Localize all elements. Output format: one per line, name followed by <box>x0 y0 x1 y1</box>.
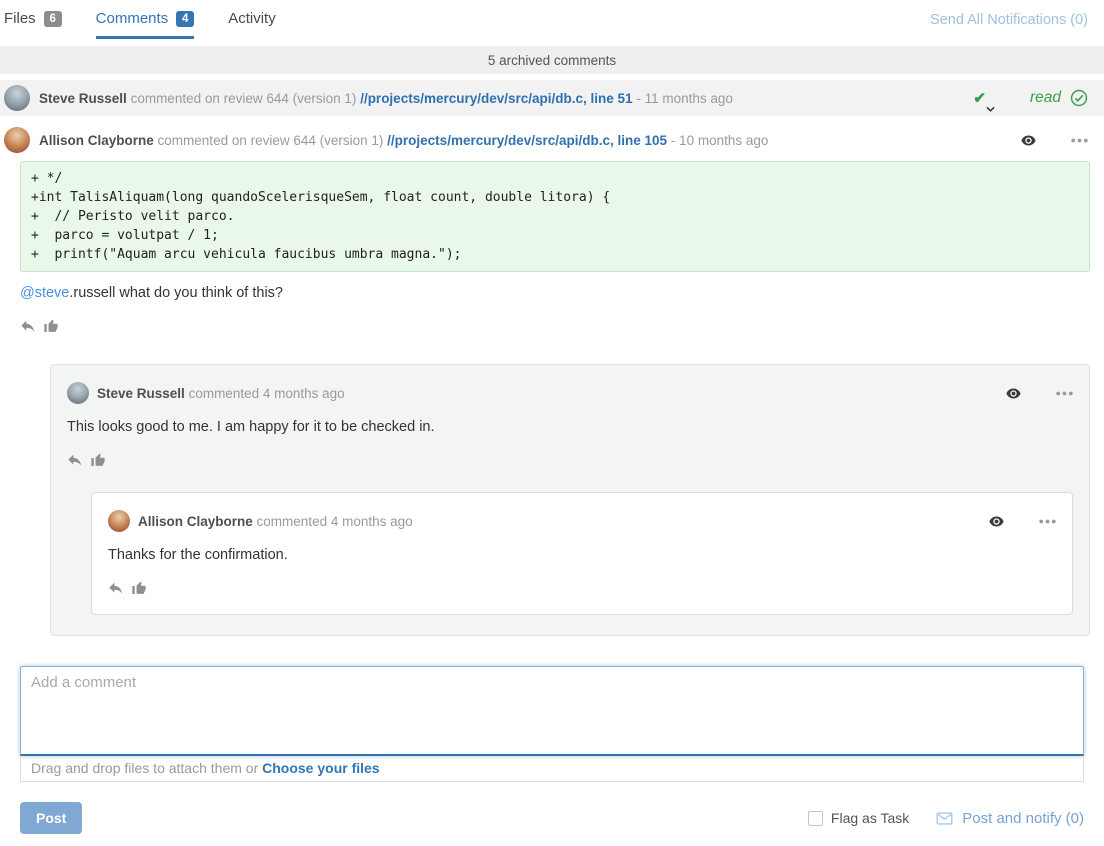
archived-comments-label: 5 archived comments <box>488 53 616 68</box>
reply-author: Steve Russell <box>97 386 185 401</box>
reply-time: commented 4 months ago <box>257 514 413 529</box>
files-count-badge: 6 <box>44 11 62 27</box>
like-icon[interactable] <box>90 452 106 468</box>
more-options-icon[interactable] <box>1071 138 1088 143</box>
comment-meta: Steve Russell commented on review 644 (v… <box>39 91 733 106</box>
like-icon[interactable] <box>131 580 147 596</box>
comment-controls <box>1020 132 1088 149</box>
reply-body: Thanks for the confirmation. <box>108 547 1056 563</box>
archived-comment-row[interactable]: Steve Russell commented on review 644 (v… <box>0 80 1104 116</box>
comment-time: - 10 months ago <box>671 133 769 148</box>
file-link[interactable]: //projects/mercury/dev/src/api/db.c, lin… <box>360 91 632 106</box>
comment-input[interactable] <box>20 666 1084 756</box>
comments-count-badge: 4 <box>176 11 194 27</box>
tab-comments-label: Comments <box>96 10 169 27</box>
form-actions: Post Flag as Task Post and notify (0) <box>20 802 1084 834</box>
comment-author: Steve Russell <box>39 91 127 106</box>
reply-icon[interactable] <box>20 319 36 333</box>
comment-body: @steve.russell what do you think of this… <box>20 285 1104 301</box>
avatar <box>108 510 130 532</box>
reply-author: Allison Clayborne <box>138 514 253 529</box>
comment-time: - 11 months ago <box>636 91 733 106</box>
post-button[interactable]: Post <box>20 802 82 834</box>
code-line: + parco = volutpat / 1; <box>31 226 1079 245</box>
review-comments-page: Files 6 Comments 4 Activity Send All Not… <box>0 0 1104 834</box>
file-dropzone[interactable]: Drag and drop files to attach them or Ch… <box>20 756 1084 782</box>
post-and-notify-label: Post and notify (0) <box>962 810 1084 827</box>
code-line: + // Peristo velit parco. <box>31 207 1079 226</box>
read-label: read <box>1030 89 1061 107</box>
flag-as-task-option[interactable]: Flag as Task <box>808 810 909 826</box>
send-all-notifications-link[interactable]: Send All Notifications (0) <box>930 10 1088 28</box>
reply-header: Steve Russell commented 4 months ago <box>67 382 1073 404</box>
avatar <box>4 127 30 153</box>
nested-reply-comment: Allison Clayborne commented 4 months ago… <box>91 492 1073 615</box>
tab-activity-label: Activity <box>228 10 276 27</box>
reply-actions <box>108 580 1056 596</box>
reply-header: Allison Clayborne commented 4 months ago <box>108 510 1056 532</box>
code-line: + printf("Aquam arcu vehicula faucibus u… <box>31 245 1079 264</box>
tab-files[interactable]: Files 6 <box>4 10 62 36</box>
add-comment-form: Drag and drop files to attach them or Ch… <box>20 666 1084 834</box>
envelope-icon <box>935 810 954 827</box>
mark-read-icon[interactable] <box>1070 89 1088 107</box>
archived-comments-bar[interactable]: 5 archived comments <box>0 46 1104 74</box>
more-options-icon[interactable] <box>1039 519 1056 524</box>
avatar <box>67 382 89 404</box>
comment-action: commented on review 644 (version 1) <box>131 91 357 106</box>
eye-icon[interactable] <box>988 513 1005 530</box>
reply-actions <box>67 452 1073 468</box>
user-mention-link[interactable]: @steve <box>20 285 69 301</box>
comment-meta: Allison Clayborne commented on review 64… <box>39 133 768 148</box>
reply-body: This looks good to me. I am happy for it… <box>67 419 1073 435</box>
code-context-block: + */ +int TalisAliquam(long quandoSceler… <box>20 161 1090 272</box>
tab-comments[interactable]: Comments 4 <box>96 10 195 39</box>
more-options-icon[interactable] <box>1056 391 1073 396</box>
file-link[interactable]: //projects/mercury/dev/src/api/db.c, lin… <box>387 133 667 148</box>
reply-controls <box>988 513 1056 530</box>
reply-icon[interactable] <box>108 581 124 595</box>
archived-row-controls: ✔ read <box>973 89 1088 107</box>
tab-bar: Files 6 Comments 4 Activity Send All Not… <box>0 0 1104 44</box>
comment-author: Allison Clayborne <box>39 133 154 148</box>
code-line: + */ <box>31 169 1079 188</box>
like-icon[interactable] <box>43 318 59 334</box>
dropzone-text: Drag and drop files to attach them or <box>31 760 258 776</box>
form-actions-right: Flag as Task Post and notify (0) <box>808 810 1084 827</box>
resolved-toggle[interactable]: ✔ <box>973 89 986 107</box>
avatar <box>4 85 30 111</box>
reply-icon[interactable] <box>67 453 83 467</box>
reply-meta: Allison Clayborne commented 4 months ago <box>138 514 413 529</box>
tab-activity[interactable]: Activity <box>228 10 276 36</box>
reply-comment: Steve Russell commented 4 months ago Thi… <box>50 364 1090 636</box>
reply-time: commented 4 months ago <box>189 386 345 401</box>
code-line: +int TalisAliquam(long quandoScelerisque… <box>31 188 1079 207</box>
check-icon: ✔ <box>973 90 986 107</box>
eye-icon[interactable] <box>1020 132 1037 149</box>
comment-body-text: .russell what do you think of this? <box>69 285 283 301</box>
chevron-down-icon <box>986 106 995 112</box>
comment-header: Allison Clayborne commented on review 64… <box>0 124 1104 156</box>
flag-as-task-checkbox[interactable] <box>808 811 823 826</box>
comment-actions <box>20 318 1104 334</box>
comment-action: commented on review 644 (version 1) <box>158 133 384 148</box>
eye-icon[interactable] <box>1005 385 1022 402</box>
comment-thread: Allison Clayborne commented on review 64… <box>0 124 1104 636</box>
post-and-notify-link[interactable]: Post and notify (0) <box>935 810 1084 827</box>
choose-files-link[interactable]: Choose your files <box>262 760 379 776</box>
flag-as-task-label: Flag as Task <box>831 810 909 826</box>
reply-controls <box>1005 385 1073 402</box>
tab-files-label: Files <box>4 10 36 27</box>
reply-meta: Steve Russell commented 4 months ago <box>97 386 345 401</box>
